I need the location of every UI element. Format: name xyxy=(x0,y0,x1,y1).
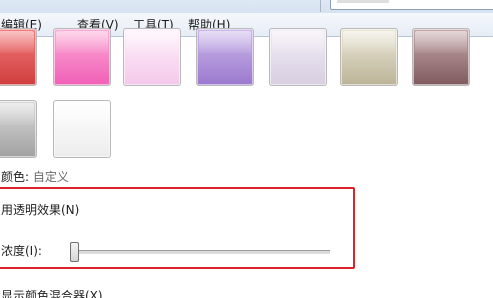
color-swatch-mauve[interactable] xyxy=(412,28,470,86)
color-swatch-red[interactable] xyxy=(0,28,37,86)
show-color-mixer-link[interactable]: 显示颜色混合器(X) xyxy=(1,289,103,298)
color-swatch-lavender[interactable] xyxy=(269,28,327,86)
color-name-value: 自定义 xyxy=(32,170,69,184)
address-bar[interactable] xyxy=(330,0,493,10)
highlight-frame xyxy=(0,187,355,269)
color-swatch-beige[interactable] xyxy=(340,28,398,86)
address-separator xyxy=(320,0,321,12)
color-name-prefix: 颜色: xyxy=(1,170,30,184)
color-intensity-label: 浓度(I): xyxy=(1,244,42,258)
color-intensity-slider-thumb[interactable] xyxy=(70,242,79,262)
color-swatch-purple[interactable] xyxy=(196,28,254,86)
personalization-window: 编辑(E) 查看(V) 工具(T) 帮助(H) 颜色: 自定义 用透明效果(N)… xyxy=(0,0,493,298)
window-frame-top xyxy=(0,0,493,13)
color-swatch-gray[interactable] xyxy=(0,100,37,158)
color-name-label: 颜色: 自定义 xyxy=(1,170,69,184)
color-swatch-white[interactable] xyxy=(53,100,111,158)
color-swatch-light-pink[interactable] xyxy=(123,28,181,86)
enable-transparency-checkbox-label[interactable]: 用透明效果(N) xyxy=(1,203,79,217)
color-swatch-pink[interactable] xyxy=(53,28,111,86)
color-intensity-slider-track[interactable] xyxy=(72,250,330,255)
